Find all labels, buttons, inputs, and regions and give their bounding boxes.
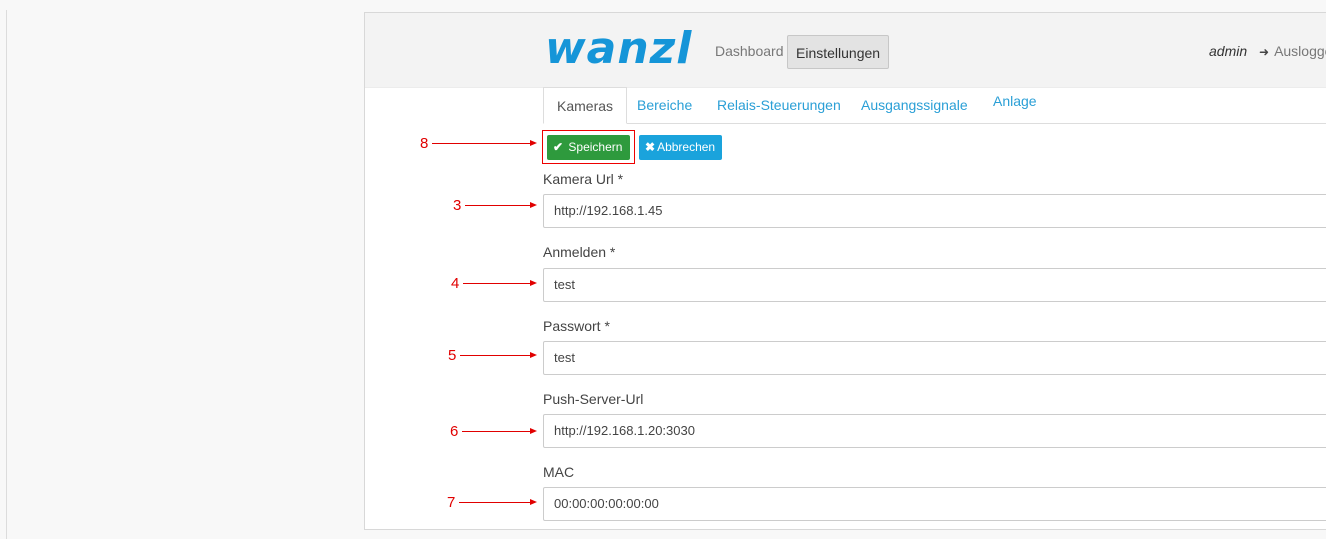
push-server-url-input[interactable]: http://192.168.1.20:3030: [543, 414, 1326, 448]
save-button[interactable]: ✔ Speichern: [547, 135, 630, 160]
annotation-arrowhead: [530, 352, 537, 358]
cancel-label: Abbrechen: [657, 140, 716, 154]
check-icon: ✔: [553, 140, 564, 154]
annotation-arrowhead: [530, 428, 537, 434]
tab-kameras[interactable]: Kameras: [543, 87, 628, 124]
annotation-number-8: 8: [420, 135, 429, 152]
camera-url-label: Kamera Url *: [543, 171, 624, 187]
page-divider: [6, 10, 7, 539]
tab-bereiche[interactable]: Bereiche: [637, 87, 692, 123]
logout-label: Ausloggen: [1274, 43, 1326, 59]
push-server-url-label: Push-Server-Url: [543, 391, 644, 407]
tab-anlage[interactable]: Anlage: [993, 83, 1037, 119]
password-label: Passwort *: [543, 318, 610, 334]
annotation-arrowhead: [530, 140, 537, 146]
tab-ausgangssignale[interactable]: Ausgangssignale: [861, 87, 968, 123]
save-label: Speichern: [568, 140, 623, 154]
camera-url-input[interactable]: http://192.168.1.45: [543, 194, 1326, 228]
annotation-arrow-line: [463, 283, 530, 284]
tab-relais-steuerungen[interactable]: Relais-Steuerungen: [717, 87, 841, 123]
annotation-arrowhead: [530, 499, 537, 505]
annotation-arrow-line: [432, 143, 530, 144]
navbar: wanzl Dashboard Einstellungen admin ➜ Aus…: [365, 13, 1326, 88]
logout-icon: ➜: [1259, 45, 1270, 59]
settings-tabs: Kameras Bereiche Relais-Steuerungen Ausg…: [543, 87, 1326, 124]
annotation-arrow-line: [465, 205, 530, 206]
password-input[interactable]: test: [543, 341, 1326, 375]
annotation-arrowhead: [530, 280, 537, 286]
annotation-number-4: 4: [451, 275, 460, 292]
brand-logo[interactable]: wanzl: [545, 27, 692, 71]
annotation-arrow-line: [459, 502, 530, 503]
mac-input[interactable]: 00:00:00:00:00:00: [543, 487, 1326, 521]
app-window: wanzl Dashboard Einstellungen admin ➜ Aus…: [364, 12, 1326, 530]
annotation-number-5: 5: [448, 347, 457, 364]
annotation-number-3: 3: [453, 197, 462, 214]
annotation-arrowhead: [530, 202, 537, 208]
annotation-arrow-line: [462, 431, 530, 432]
nav-dashboard[interactable]: Dashboard: [715, 43, 784, 59]
annotation-number-6: 6: [450, 423, 459, 440]
annotation-arrow-line: [460, 355, 530, 356]
user-name: admin: [1209, 43, 1248, 59]
close-icon: ✖: [645, 140, 656, 154]
mac-label: MAC: [543, 464, 575, 480]
nav-settings-button[interactable]: Einstellungen: [787, 35, 890, 69]
cancel-button[interactable]: ✖ Abbrechen: [639, 135, 722, 160]
login-input[interactable]: test: [543, 268, 1326, 302]
logout-link[interactable]: ➜ Ausloggen: [1259, 43, 1326, 59]
annotation-number-7: 7: [447, 494, 456, 511]
login-label: Anmelden *: [543, 244, 616, 260]
